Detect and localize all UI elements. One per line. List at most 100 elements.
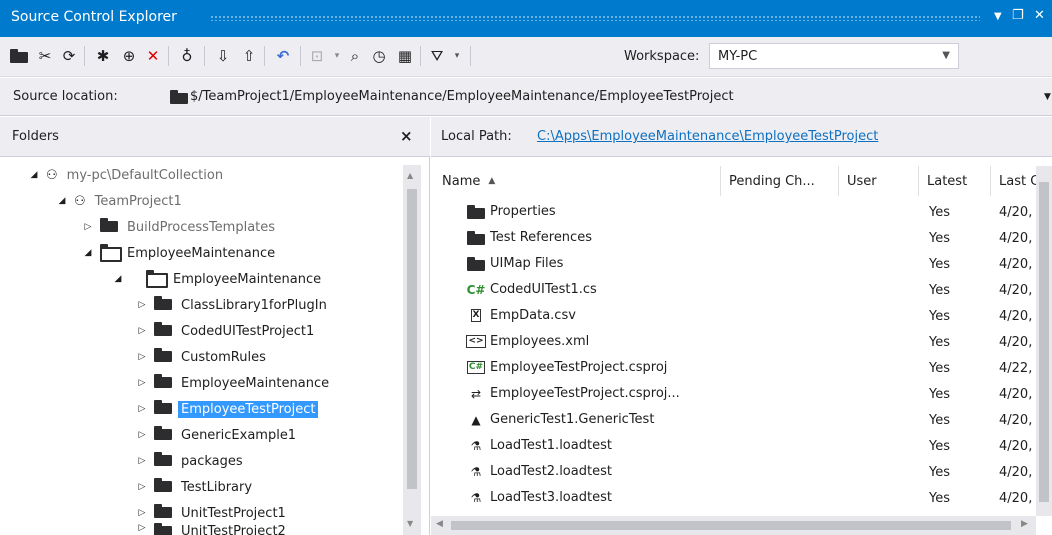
folder-icon [467,230,485,245]
column-header-pending[interactable]: Pending Ch... [721,166,839,196]
scroll-thumb[interactable] [1039,182,1049,502]
new-folder-icon[interactable]: ✱ [92,45,114,67]
folder-icon [100,218,118,236]
file-row[interactable]: UIMap Files Yes 4/20, [431,251,1032,277]
undo-icon[interactable]: ↶ [272,45,294,67]
tree-item-testlibrary[interactable]: ▷ TestLibrary [136,474,255,500]
tree-item-classlibrary1forplugin[interactable]: ▷ ClassLibrary1forPlugIn [136,292,330,318]
title-grip[interactable] [210,15,980,21]
folder-icon [154,322,172,340]
collapsed-arrow-icon[interactable]: ▷ [136,508,148,518]
folder-icon [154,523,172,535]
folder-icon [467,256,485,271]
collapsed-arrow-icon[interactable]: ▷ [136,523,148,533]
advanced-icon[interactable]: ⛛ [426,45,448,67]
column-header-name[interactable]: Name ▲ [434,166,721,196]
file-row[interactable]: ⚗ LoadTest1.loadtest Yes 4/20, [431,433,1033,459]
file-row[interactable]: Test References Yes 4/20, [431,225,1032,251]
collapsed-arrow-icon[interactable]: ▷ [136,404,148,414]
source-location-path[interactable]: $/TeamProject1/EmployeeMaintenance/Emplo… [190,89,734,104]
file-row[interactable]: ▲ GenericTest1.GenericTest Yes 4/20, [431,407,1032,433]
tree-item-collection[interactable]: ◢ ⚇ my-pc\DefaultCollection [28,162,226,188]
maximize-icon[interactable]: ❐ [1012,8,1024,23]
collapsed-arrow-icon[interactable]: ▷ [136,482,148,492]
folder-icon [154,478,172,496]
dropdown-icon[interactable]: ▼ [994,11,1002,22]
expanded-arrow-icon[interactable]: ◢ [112,274,124,284]
collapsed-arrow-icon[interactable]: ▷ [136,300,148,310]
column-header-latest[interactable]: Latest [919,166,991,196]
collapsed-arrow-icon[interactable]: ▷ [136,378,148,388]
tree-item-unittestproject2[interactable]: ▷ UnitTestProject2 [136,523,289,535]
advanced-dropdown-icon[interactable]: ▾ [446,45,468,67]
tree-item-customrules[interactable]: ▷ CustomRules [136,344,269,370]
file-row[interactable]: ⚗ LoadTest2.loadtest Yes 4/20, [431,459,1033,485]
tree-item-employeemaintenance[interactable]: ◢ EmployeeMaintenance [82,240,278,266]
tree-item-buildprocesstemplates[interactable]: ▷ BuildProcessTemplates [82,214,278,240]
folder-icon [154,504,172,522]
tree-item-genericexample1[interactable]: ▷ GenericExample1 [136,422,299,448]
scroll-left-icon[interactable]: ◀ [436,519,443,529]
folders-scrollbar[interactable]: ▲ ▼ [403,165,421,535]
close-icon[interactable]: ✕ [1034,8,1045,23]
folder-icon [154,374,172,392]
close-icon[interactable]: × [400,127,413,145]
files-vertical-scrollbar[interactable] [1036,166,1052,516]
overflow-icon[interactable]: ▼ [1044,92,1051,102]
collapsed-arrow-icon[interactable]: ▷ [136,326,148,336]
scroll-right-icon[interactable]: ▶ [1021,519,1028,529]
workspace-select[interactable]: MY-PC ▼ [709,43,959,69]
collapsed-arrow-icon[interactable]: ▷ [136,352,148,362]
file-row[interactable]: ⇄ EmployeeTestProject.csproj... Yes 4/20, [431,381,1032,407]
expanded-arrow-icon[interactable]: ◢ [82,248,94,258]
file-row[interactable]: X EmpData.csv Yes 4/20, [431,303,1032,329]
expanded-arrow-icon[interactable]: ◢ [28,170,40,180]
file-row[interactable]: <> Employees.xml Yes 4/20, [431,329,1032,355]
folders-title: Folders [12,129,59,144]
tree-item-packages[interactable]: ▷ packages [136,448,246,474]
files-horizontal-scrollbar[interactable]: ◀ ▶ [431,516,1036,535]
collapsed-arrow-icon[interactable]: ▷ [82,222,94,232]
chevron-down-icon: ▼ [942,50,950,61]
file-row[interactable]: C# CodedUITest1.cs Yes 4/20, [431,277,1033,303]
folder-open-icon [146,270,168,288]
workspace-value: MY-PC [718,49,758,64]
get-latest-icon[interactable]: ⇩ [212,45,234,67]
local-path-label: Local Path: [441,129,512,144]
tree-item-employeemaintenance-leaf[interactable]: ▷ EmployeeMaintenance [136,370,332,396]
scroll-down-icon[interactable]: ▼ [407,519,413,528]
folders-pane: Folders × ◢ ⚇ my-pc\DefaultCollection ◢ … [0,117,430,535]
find-icon[interactable]: ⌕ [344,45,366,67]
expanded-arrow-icon[interactable]: ◢ [56,196,68,206]
tree-item-employeemaintenance-sub[interactable]: ◢ EmployeeMaintenance [112,266,324,292]
annotate-icon[interactable]: ▦ [394,45,416,67]
column-header-user[interactable]: User [839,166,919,196]
delete-icon[interactable]: ✕ [142,45,164,67]
branch-icon[interactable]: ♁ [176,45,198,67]
column-header-last-checkin[interactable]: Last C [991,166,1036,196]
tree-item-codeduitestproject1[interactable]: ▷ CodedUITestProject1 [136,318,317,344]
history-icon[interactable]: ◷ [368,45,390,67]
collapsed-arrow-icon[interactable]: ▷ [136,456,148,466]
xml-file-icon: <> [466,335,486,348]
toolbar: ✂ ⟳ ✱ ⊕ ✕ ♁ ⇩ ⇧ ↶ ⊡ ▾ ⌕ ◷ ▦ ⛛ ▾ Workspac… [0,37,1052,77]
tree-item-teamproject1[interactable]: ◢ ⚇ TeamProject1 [56,188,185,214]
scroll-up-icon[interactable]: ▲ [407,171,413,180]
load-test-icon: ⚗ [470,438,482,453]
file-row[interactable]: ⚗ LoadTest3.loadtest Yes 4/20, [431,485,1033,511]
local-path-link[interactable]: C:\Apps\EmployeeMaintenance\EmployeeTest… [537,129,878,144]
scroll-thumb[interactable] [451,521,1011,530]
refresh-icon[interactable]: ⟳ [58,45,80,67]
collection-icon: ⚇ [46,167,58,183]
check-in-icon[interactable]: ⇧ [238,45,260,67]
folder-open-icon [100,244,122,262]
scroll-thumb[interactable] [407,189,417,489]
file-row[interactable]: C# EmployeeTestProject.csproj Yes 4/22, [431,355,1032,381]
map-folder-icon[interactable] [8,45,30,67]
tree-item-employeetestproject[interactable]: ▷ EmployeeTestProject [136,396,319,422]
remove-mapping-icon[interactable]: ✂ [34,45,56,67]
file-row[interactable]: Properties Yes 4/20, [431,199,1032,225]
collapsed-arrow-icon[interactable]: ▷ [136,430,148,440]
add-items-icon[interactable]: ⊕ [118,45,140,67]
compare-icon[interactable]: ⊡ [306,45,328,67]
